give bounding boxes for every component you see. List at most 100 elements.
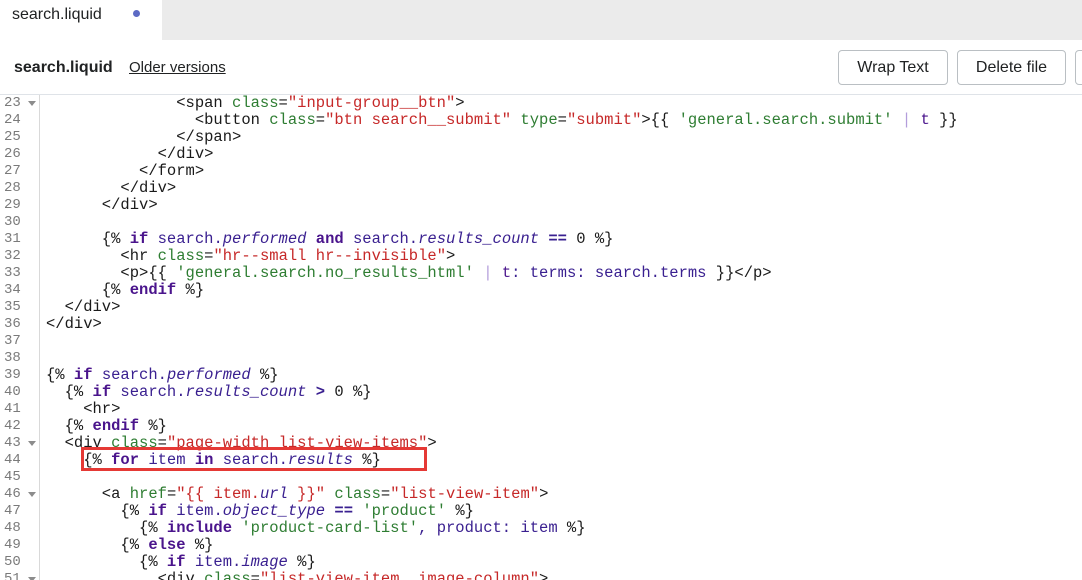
code-token: t <box>501 264 512 282</box>
code-token: and <box>315 230 344 248</box>
code-text: </div> <box>46 145 214 163</box>
code-token: > <box>427 434 437 452</box>
code-line[interactable]: 41 <hr> <box>0 401 1082 418</box>
code-token: "hr--small hr--invisible" <box>213 247 446 265</box>
code-token: endif <box>92 417 140 435</box>
code-token: search. <box>111 383 186 401</box>
code-token: 'general.search.no_results_html' <box>176 264 474 282</box>
code-text: <p>{{ 'general.search.no_results_html' |… <box>46 264 772 282</box>
code-line[interactable]: 25 </span> <box>0 129 1082 146</box>
code-text: {% endif %} <box>46 418 167 435</box>
code-token: performed <box>222 230 307 248</box>
delete-file-button[interactable]: Delete file <box>957 50 1066 85</box>
code-token: </div> <box>46 196 158 214</box>
code-editor[interactable]: 23 <span class="input-group__btn"> 24 <bu… <box>0 95 1082 580</box>
code-line[interactable]: 23 <span class="input-group__btn"> <box>0 95 1082 112</box>
code-token: %} <box>176 281 205 299</box>
code-line[interactable]: 24 <button class="btn search__submit" ty… <box>0 112 1082 129</box>
code-line[interactable]: 26 </div> <box>0 146 1082 163</box>
fold-arrow-icon[interactable] <box>28 101 36 106</box>
code-token: search. <box>92 366 167 384</box>
code-line[interactable]: 38 <box>0 350 1082 367</box>
line-number: 46 <box>4 486 21 502</box>
code-line[interactable]: 49 {% else %} <box>0 537 1082 554</box>
code-line[interactable]: 35 </div> <box>0 299 1082 316</box>
code-token: class <box>269 111 316 129</box>
code-text: {% if search.results_count > 0 %} <box>46 384 372 401</box>
code-line[interactable]: 39 {% if search.performed %} <box>0 367 1082 384</box>
code-token: </div> <box>46 145 214 163</box>
code-line[interactable]: 34 {% endif %} <box>0 282 1082 299</box>
code-line[interactable]: 32 <hr class="hr--small hr--invisible"> <box>0 248 1082 265</box>
code-line[interactable]: 46 <a href="{{ item.url }}" class="list-… <box>0 486 1082 503</box>
code-line[interactable]: 36 </div> <box>0 316 1082 333</box>
code-token: performed <box>166 366 251 384</box>
unsaved-changes-dot-icon <box>133 10 140 17</box>
code-token: else <box>148 536 186 554</box>
tab-search-liquid[interactable]: search.liquid <box>0 0 162 40</box>
code-line[interactable]: 45 <box>0 469 1082 486</box>
code-text: {% endif %} <box>46 282 204 299</box>
line-number: 42 <box>4 418 21 434</box>
code-token: {% <box>46 366 74 384</box>
code-text: </form> <box>46 163 204 180</box>
code-text: </div> <box>46 197 158 214</box>
code-text: {% if item.image %} <box>46 554 316 571</box>
code-token: </span> <box>46 128 242 146</box>
code-token: <div <box>46 570 205 580</box>
code-line[interactable]: 30 <box>0 214 1082 231</box>
code-token: include <box>166 519 233 537</box>
wrap-text-button[interactable]: Wrap Text <box>838 50 948 85</box>
line-number: 24 <box>4 112 21 128</box>
code-line[interactable]: 48 {% include 'product-card-list', produ… <box>0 520 1082 537</box>
code-token: results_count <box>185 383 307 401</box>
fold-arrow-icon[interactable] <box>28 441 36 446</box>
editor-tab-bar: search.liquid <box>0 0 1082 40</box>
code-line[interactable]: 51 <div class="list-view-item__image-col… <box>0 571 1082 580</box>
tab-label: search.liquid <box>12 6 102 23</box>
line-number: 45 <box>4 469 21 485</box>
code-token: class <box>204 570 251 580</box>
code-line[interactable]: 50 {% if item.image %} <box>0 554 1082 571</box>
line-number: 39 <box>4 367 21 383</box>
code-text: {% if item.object_type == 'product' %} <box>46 503 474 520</box>
code-line[interactable]: 27 </form> <box>0 163 1082 180</box>
code-token: | <box>483 264 493 282</box>
code-token: t <box>920 111 930 129</box>
code-line[interactable]: 31 {% if search.performed and search.res… <box>0 231 1082 248</box>
older-versions-link[interactable]: Older versions <box>129 59 226 77</box>
more-actions-button[interactable] <box>1075 50 1082 85</box>
code-token: "btn search__submit" <box>325 111 512 129</box>
code-line[interactable]: 42 {% endif %} <box>0 418 1082 435</box>
code-line[interactable]: 33 <p>{{ 'general.search.no_results_html… <box>0 265 1082 282</box>
code-token: = <box>166 485 177 503</box>
code-token: {% <box>46 519 167 537</box>
fold-arrow-icon[interactable] <box>28 492 36 497</box>
code-token: if <box>73 366 93 384</box>
line-number: 27 <box>4 163 21 179</box>
code-line[interactable]: 29 </div> <box>0 197 1082 214</box>
code-line[interactable]: 40 {% if search.results_count > 0 %} <box>0 384 1082 401</box>
code-token: {% <box>46 417 93 435</box>
code-text: {% if search.performed %} <box>46 367 279 384</box>
code-line[interactable]: 28 </div> <box>0 180 1082 197</box>
line-number: 37 <box>4 333 21 349</box>
code-token: = <box>557 111 567 129</box>
code-token: , product: item <box>418 519 558 537</box>
code-token: = <box>250 570 260 580</box>
code-token: = <box>315 111 326 129</box>
code-text: <span class="input-group__btn"> <box>46 95 464 112</box>
code-token: }}</p> <box>706 264 772 282</box>
code-token: "list-view-item__image-column" <box>259 570 540 580</box>
line-number: 48 <box>4 520 21 536</box>
code-token: "submit" <box>566 111 642 129</box>
line-number: 47 <box>4 503 21 519</box>
code-token: 'product-card-list' <box>241 519 419 537</box>
code-token: }}" <box>287 485 326 503</box>
code-line[interactable]: 47 {% if item.object_type == 'product' %… <box>0 503 1082 520</box>
code-line[interactable]: 37 <box>0 333 1082 350</box>
